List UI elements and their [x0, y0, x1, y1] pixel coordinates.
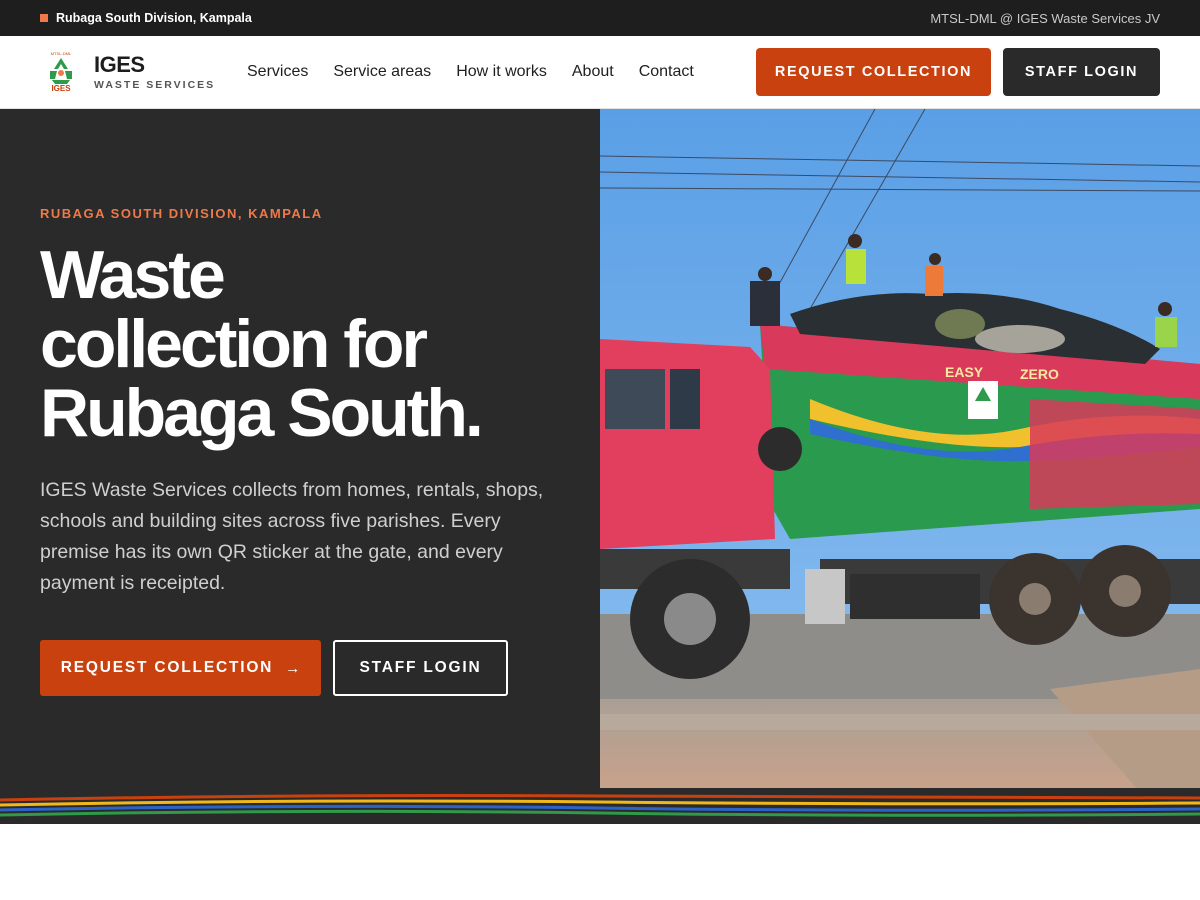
hero-staff-login-button[interactable]: STAFF LOGIN	[333, 640, 508, 696]
hero-request-collection-label: REQUEST COLLECTION	[60, 659, 274, 676]
decorative-stripes	[0, 788, 1200, 824]
svg-text:IGES: IGES	[51, 84, 71, 93]
nav-about[interactable]: About	[572, 63, 614, 81]
hero-eyebrow: RUBAGA SOUTH DIVISION, KAMPALA	[40, 206, 323, 221]
recycle-logo-icon: MTSL-DML IGES	[40, 49, 82, 95]
hero-section: RUBAGA SOUTH DIVISION, KAMPALA Waste col…	[0, 109, 1200, 824]
brand-tagline: WASTE SERVICES	[94, 78, 216, 91]
hero-headline: Waste collection for Rubaga South.	[40, 241, 580, 448]
brand-logo[interactable]: MTSL-DML IGES IGES WASTE SERVICES	[40, 49, 247, 95]
headline-line-2: collection for	[40, 306, 428, 382]
header-request-collection-button[interactable]: REQUEST COLLECTION	[756, 48, 991, 96]
topbar-location-text: Rubaga South Division, Kampala	[56, 11, 252, 25]
nav-service-areas[interactable]: Service areas	[333, 63, 431, 81]
headline-line-1: Waste	[40, 237, 226, 313]
topbar-jv-text: MTSL-DML @ IGES Waste Services JV	[930, 10, 1160, 26]
brand-text: IGES WASTE SERVICES	[94, 51, 216, 91]
location-marker-icon	[40, 14, 48, 22]
hero-content: RUBAGA SOUTH DIVISION, KAMPALA Waste col…	[0, 109, 600, 792]
hero-lead: IGES Waste Services collects from homes,…	[40, 479, 544, 594]
header-actions: REQUEST COLLECTION STAFF LOGIN	[756, 48, 1160, 96]
nav-how-it-works[interactable]: How it works	[456, 63, 547, 81]
hero-actions: REQUEST COLLECTION → STAFF LOGIN	[40, 640, 508, 696]
site-header: MTSL-DML IGES IGES WASTE SERVICES Servic…	[0, 36, 1200, 109]
waste-collection-truck-photo: EASY ZERO	[600, 109, 1200, 792]
top-info-bar: Rubaga South Division, Kampala MTSL-DML …	[0, 0, 1200, 36]
brand-name: IGES	[94, 51, 145, 77]
next-section	[0, 824, 1200, 900]
header-staff-login-button[interactable]: STAFF LOGIN	[1003, 48, 1160, 96]
hero-request-collection-button[interactable]: REQUEST COLLECTION →	[40, 640, 321, 696]
svg-text:EASY: EASY	[945, 364, 984, 380]
svg-text:MTSL-DML: MTSL-DML	[51, 51, 72, 56]
nav-contact[interactable]: Contact	[639, 63, 694, 81]
arrow-right-icon: →	[285, 659, 301, 677]
headline-line-3: Rubaga South.	[40, 375, 484, 451]
main-nav: Services Service areas How it works Abou…	[247, 63, 694, 81]
nav-services[interactable]: Services	[247, 63, 308, 81]
topbar-location: Rubaga South Division, Kampala	[40, 11, 252, 25]
svg-text:ZERO: ZERO	[1020, 366, 1059, 382]
